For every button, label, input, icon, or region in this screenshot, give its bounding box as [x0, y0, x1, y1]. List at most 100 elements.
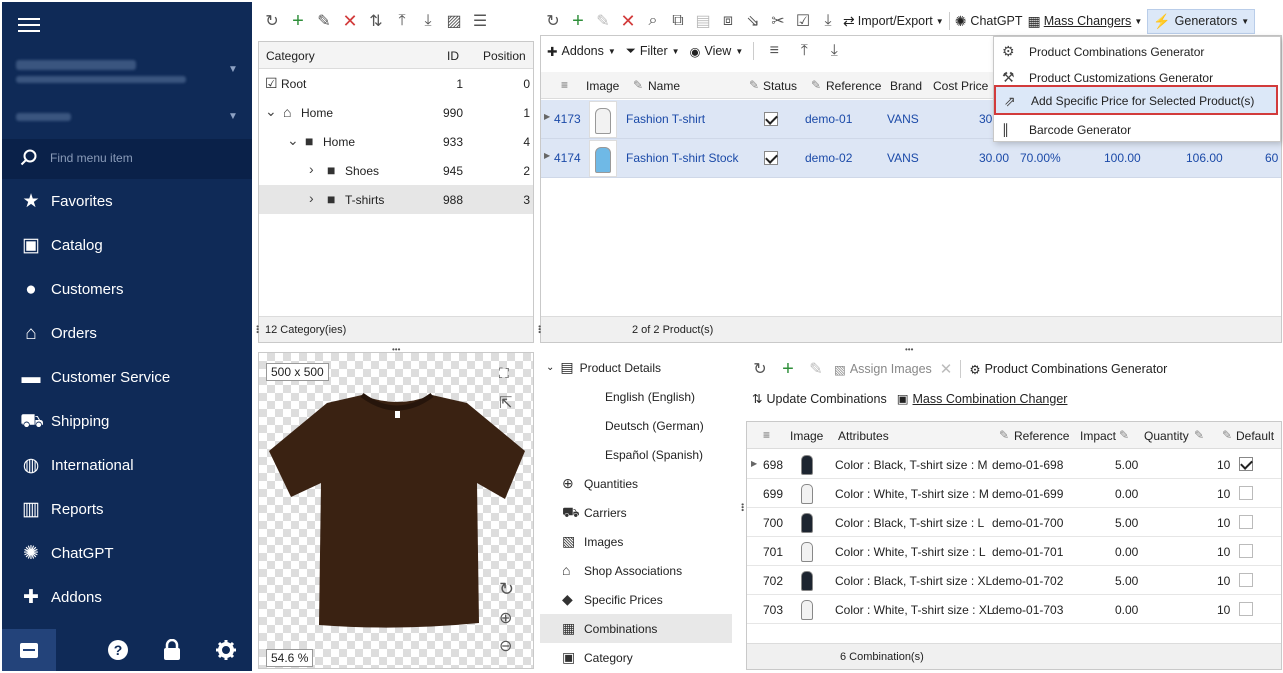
assign-images-button[interactable]: ▧ Assign Images — [834, 362, 932, 377]
sidebar-item-customers[interactable]: ● Customers — [2, 268, 252, 312]
col-brand[interactable]: Brand — [890, 79, 922, 93]
edit-icon[interactable]: ✎ — [593, 11, 613, 31]
add-icon[interactable]: + — [568, 10, 588, 32]
nav-item-combinations[interactable]: ▦ Combinations — [540, 614, 732, 643]
col-impact[interactable]: Impact — [1080, 429, 1116, 443]
nav-item-category[interactable]: ▣ Category — [540, 643, 732, 672]
duplicate-icon[interactable]: ⧈ — [718, 11, 738, 31]
edit-icon[interactable]: ✎ — [806, 359, 826, 379]
product-row[interactable]: ▶ 4174 Fashion T-shirt Stock demo-02 VANS 30.… — [541, 139, 1281, 178]
category-row[interactable]: ⌄ ■ Home 933 4 — [259, 127, 533, 156]
col-reference[interactable]: Reference — [1014, 429, 1069, 443]
image-edit-icon[interactable]: ▨ — [444, 11, 464, 31]
delete-icon[interactable]: ✕ — [940, 360, 953, 378]
status-checkbox[interactable] — [764, 151, 778, 165]
delete-icon[interactable]: ✕ — [618, 11, 638, 31]
gear-icon[interactable] — [215, 639, 237, 661]
category-row[interactable]: ⌄ ⌂ Home 990 1 — [259, 98, 533, 127]
default-checkbox[interactable] — [1239, 486, 1253, 500]
sidebar-item-catalog[interactable]: ▣ Catalog — [2, 224, 252, 268]
nav-product-details[interactable]: ⌄ ▤ Product Details — [540, 353, 732, 382]
refresh-icon[interactable]: ↻ — [543, 11, 563, 31]
view-menu[interactable]: ◉ View ▼ — [690, 44, 744, 59]
generators-menu-item[interactable]: ⇗ Add Specific Price for Selected Product… — [994, 85, 1278, 115]
combination-row[interactable]: ▶ 698 Color : Black, T-shirt size : M demo-… — [747, 450, 1281, 479]
hamburger-menu-icon[interactable] — [18, 14, 40, 34]
splitter-handle[interactable]: ••• — [392, 345, 400, 354]
nav-language-item[interactable]: Español (Spanish) — [540, 440, 732, 469]
import-export-menu[interactable]: ⇄ Import/Export ▼ — [843, 13, 944, 30]
actual-size-icon[interactable]: ⛶ — [499, 365, 509, 382]
move-up-icon[interactable]: ⤒ — [392, 11, 412, 31]
row-expand-icon[interactable]: ▶ — [544, 151, 550, 160]
col-reference[interactable]: Reference — [826, 79, 881, 93]
filter-menu[interactable]: ⏷ Filter ▼ — [626, 44, 680, 59]
zoom-in-icon[interactable]: ⊕ — [499, 608, 512, 628]
move-down-icon[interactable]: ⤓ — [418, 11, 438, 31]
scissors-icon[interactable]: ✂ — [768, 11, 788, 31]
sidebar-item-orders[interactable]: ⌂ Orders — [2, 312, 252, 356]
mass-combination-changer-button[interactable]: ▣ Mass Combination Changer — [897, 391, 1068, 407]
category-row[interactable]: › ■ Shoes 945 2 — [259, 156, 533, 185]
sidebar-item-international[interactable]: ◍ International — [2, 444, 252, 488]
category-row[interactable]: ☑ Root 1 0 — [259, 69, 533, 98]
default-checkbox[interactable] — [1239, 515, 1253, 529]
edit-icon[interactable]: ✎ — [314, 11, 334, 31]
chevron-down-icon[interactable]: ⌄ — [265, 103, 277, 120]
combination-row[interactable]: 703 Color : White, T-shirt size : XL demo-… — [747, 595, 1281, 624]
catalog-footer-button[interactable] — [2, 629, 56, 671]
splitter-handle[interactable]: ••• — [253, 325, 262, 333]
zoom-out-icon[interactable]: ⊖ — [499, 636, 512, 656]
generators-menu-item[interactable]: ⚙ Product Combinations Generator — [994, 38, 1280, 64]
lock-icon[interactable] — [162, 639, 182, 661]
col-default[interactable]: Default — [1236, 429, 1274, 443]
splitter-handle[interactable]: ••• — [535, 325, 544, 333]
add-icon[interactable]: + — [778, 358, 798, 380]
row-expand-icon[interactable]: ▶ — [544, 112, 550, 121]
sidebar-item-chatgpt[interactable]: ✺ ChatGPT — [2, 532, 252, 576]
add-icon[interactable]: + — [288, 10, 308, 32]
paste-icon[interactable]: ▤ — [693, 11, 713, 31]
default-checkbox[interactable] — [1239, 573, 1253, 587]
nav-item-specific-prices[interactable]: ◆ Specific Prices — [540, 585, 732, 614]
mass-changers-menu[interactable]: ▦ Mass Changers ▼ — [1028, 13, 1143, 30]
chevron-right-icon[interactable]: › — [309, 190, 314, 206]
chevron-down-icon[interactable]: ⌄ — [287, 132, 299, 149]
chatgpt-button[interactable]: ✺ ChatGPT — [955, 13, 1023, 30]
nav-language-item[interactable]: English (English) — [540, 382, 732, 411]
sidebar-item-shipping[interactable]: ⛟ Shipping — [2, 400, 252, 444]
sidebar-item-addons[interactable]: ✚ Addons — [2, 576, 252, 620]
generators-menu-item[interactable]: ∥ Barcode Generator — [994, 116, 1280, 142]
sidebar-item-reports[interactable]: ▥ Reports — [2, 488, 252, 532]
default-checkbox[interactable] — [1239, 602, 1253, 616]
update-combinations-button[interactable]: ⇅ Update Combinations — [752, 391, 887, 407]
col-id[interactable]: ID — [447, 49, 459, 63]
copy-icon[interactable]: ⧉ — [668, 11, 688, 31]
filter-list-icon[interactable]: ☰ — [470, 11, 490, 31]
chevron-right-icon[interactable]: › — [309, 161, 314, 177]
col-image[interactable]: Image — [586, 79, 619, 93]
delete-icon[interactable]: ✕ — [340, 11, 360, 31]
col-image[interactable]: Image — [790, 429, 823, 443]
refresh-icon[interactable]: ↻ — [262, 11, 282, 31]
nav-item-carriers[interactable]: ⛟ Carriers — [540, 498, 732, 527]
rotate-icon[interactable]: ↻ — [499, 579, 514, 600]
menu-search[interactable]: Find menu item — [2, 139, 252, 179]
generators-menu[interactable]: ⚡ Generators ▼ — [1147, 8, 1256, 34]
move-icon[interactable]: ⇘ — [743, 11, 763, 31]
default-checkbox[interactable] — [1239, 457, 1253, 471]
combination-row[interactable]: 702 Color : Black, T-shirt size : XL demo-… — [747, 566, 1281, 595]
chevron-down-icon[interactable]: ▼ — [228, 111, 238, 122]
status-checkbox[interactable] — [764, 112, 778, 126]
check-icon[interactable]: ☑ — [793, 11, 813, 31]
col-quantity[interactable]: Quantity — [1144, 429, 1189, 443]
combination-row[interactable]: 699 Color : White, T-shirt size : Mdemo-0… — [747, 479, 1281, 508]
sort-icon[interactable]: ⇅ — [366, 11, 386, 31]
help-icon[interactable]: ? — [107, 639, 129, 661]
row-expand-icon[interactable]: ▶ — [751, 459, 757, 468]
chevron-down-icon[interactable]: ▼ — [228, 64, 238, 75]
col-position[interactable]: Position — [483, 49, 526, 63]
col-status[interactable]: Status — [763, 79, 797, 93]
download-icon[interactable]: ⤓ — [818, 11, 838, 31]
col-attributes[interactable]: Attributes — [838, 429, 889, 443]
